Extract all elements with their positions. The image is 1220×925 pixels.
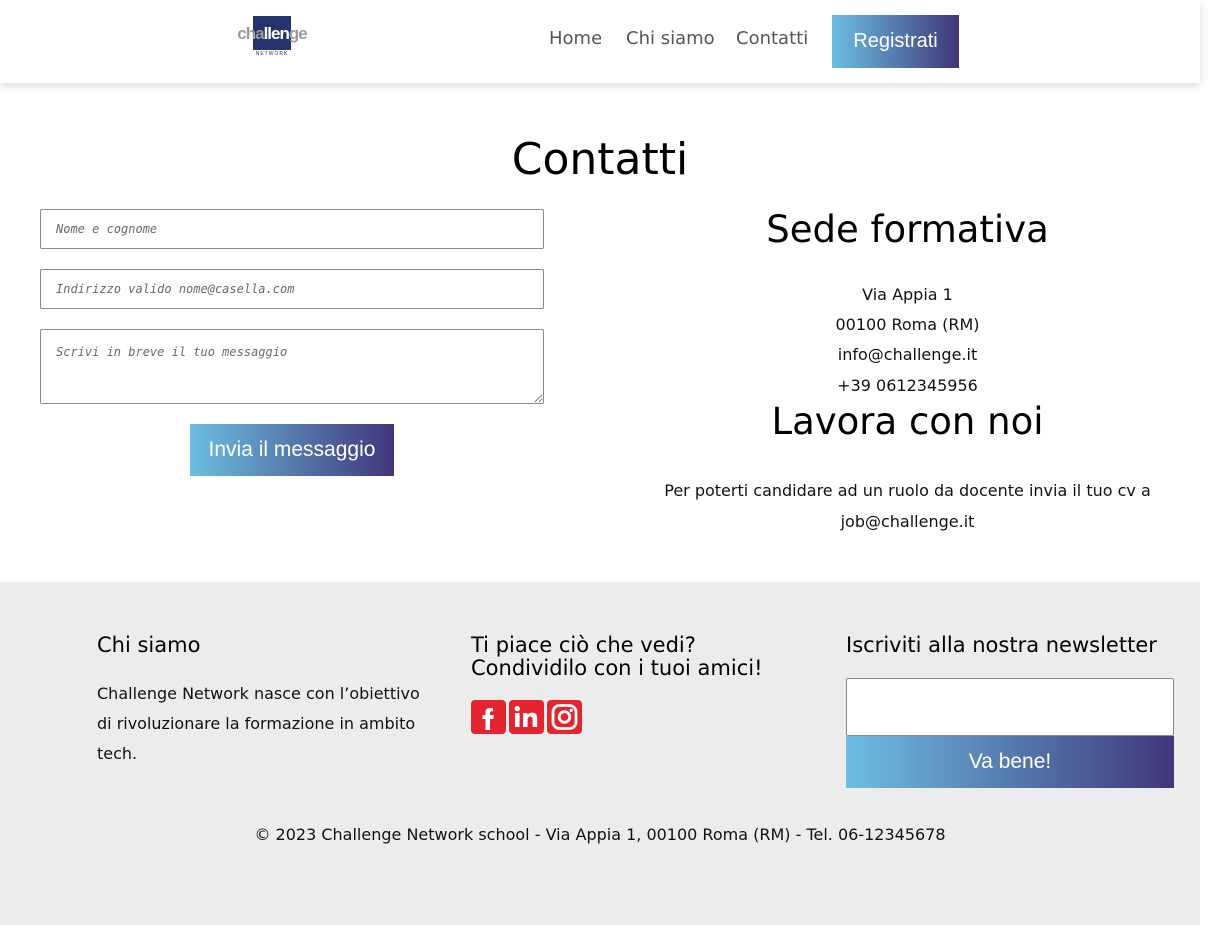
newsletter-title: Iscriviti alla nostra newsletter — [846, 633, 1157, 657]
logo-wordmark: challenge — [237, 24, 307, 43]
send-message-button[interactable]: Invia il messaggio — [190, 424, 394, 476]
nav-contatti[interactable]: Contatti — [736, 28, 808, 49]
sede-title: Sede formativa — [766, 208, 1049, 251]
email-field[interactable] — [40, 269, 544, 309]
nav-chi-siamo[interactable]: Chi siamo — [626, 28, 715, 49]
nav-home[interactable]: Home — [549, 28, 602, 49]
sede-address: Via Appia 1 — [862, 285, 953, 304]
sede-phone[interactable]: +39 0612345956 — [615, 376, 1200, 395]
register-button[interactable]: Registrati — [832, 15, 959, 68]
site-header: challenge NETWORK Home Chi siamo Contatt… — [0, 0, 1200, 83]
facebook-icon[interactable] — [471, 700, 506, 734]
footer-share-title: Ti piace ciò che vedi? Condividilo con i… — [471, 634, 801, 680]
share-title-line1: Ti piace ciò che vedi? — [471, 633, 696, 657]
copyright-text: © 2023 Challenge Network school - Via Ap… — [254, 825, 946, 844]
footer-chi-siamo-text: Challenge Network nasce con l’obiettivo … — [97, 684, 420, 763]
site-footer: Chi siamo Challenge Network nasce con l’… — [0, 582, 1200, 925]
footer-chi-siamo-title: Chi siamo — [97, 633, 201, 657]
message-field[interactable] — [40, 329, 544, 404]
page-title: Contatti — [511, 134, 689, 185]
share-title-line2: Condividilo con i tuoi amici! — [471, 656, 763, 680]
challenge-logo[interactable]: challenge NETWORK — [231, 16, 313, 58]
sede-city: 00100 Roma (RM) — [835, 315, 980, 334]
lavora-title: Lavora con noi — [771, 400, 1044, 443]
sede-email[interactable]: info@challenge.it — [615, 345, 1200, 364]
name-field[interactable] — [40, 209, 544, 249]
instagram-icon[interactable] — [547, 700, 582, 734]
newsletter-submit-button[interactable]: Va bene! — [846, 736, 1174, 788]
lavora-text: Per poterti candidare ad un ruolo da doc… — [664, 481, 1151, 531]
logo-subtitle: NETWORK — [255, 51, 289, 57]
linkedin-icon[interactable] — [509, 700, 544, 734]
newsletter-email-input[interactable] — [846, 678, 1174, 736]
